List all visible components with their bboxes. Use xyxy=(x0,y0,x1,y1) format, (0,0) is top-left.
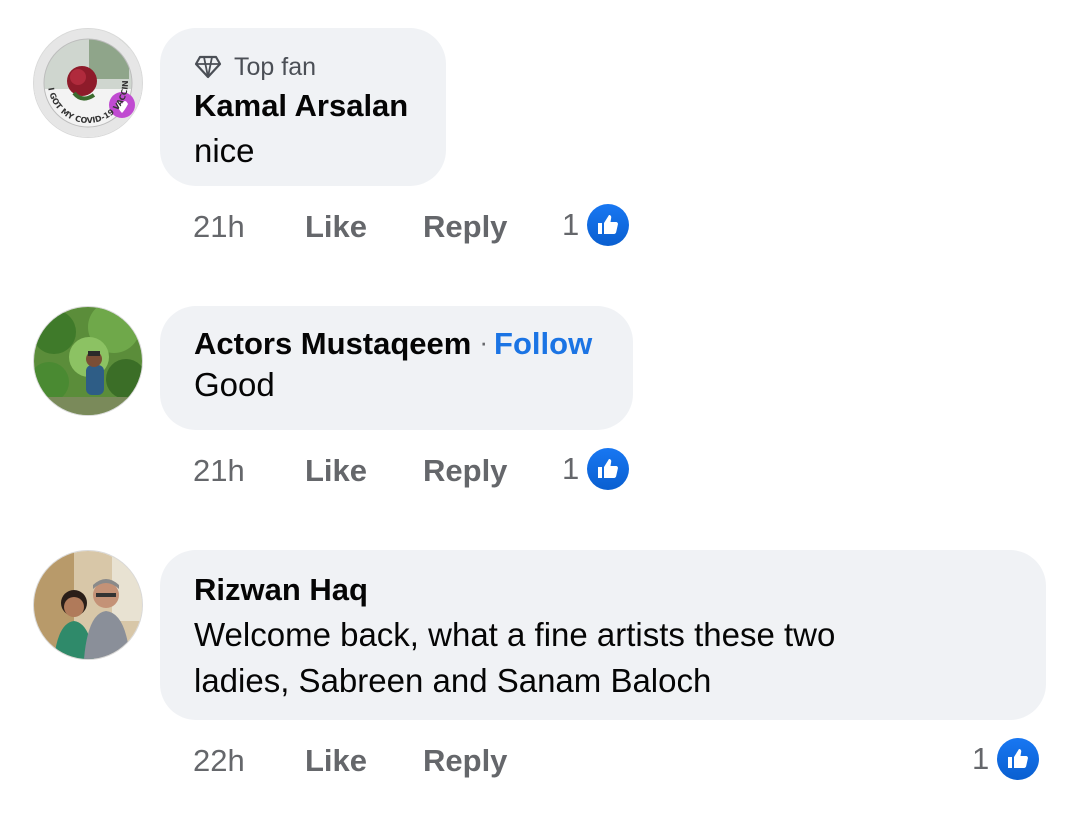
timestamp[interactable]: 22h xyxy=(193,743,305,779)
reaction-count: 1 xyxy=(972,741,990,776)
thumbs-up-icon xyxy=(587,204,630,246)
reply-button[interactable]: Reply xyxy=(423,743,507,779)
timestamp[interactable]: 21h xyxy=(193,209,305,245)
author-name[interactable]: Actors Mustaqeem xyxy=(194,326,471,361)
profile-photo xyxy=(34,307,142,415)
author-line: Actors Mustaqeem · Follow xyxy=(194,326,599,362)
covid-vaccine-frame-avatar: I GOT MY COVID-19 VACCINE xyxy=(34,29,142,137)
comment-text: nice xyxy=(194,132,255,169)
like-button[interactable]: Like xyxy=(305,453,423,489)
reply-button[interactable]: Reply xyxy=(423,209,507,245)
avatar[interactable] xyxy=(34,307,142,415)
reaction-summary[interactable]: 1 xyxy=(562,200,630,250)
reply-button[interactable]: Reply xyxy=(423,453,507,489)
comment-text: Good xyxy=(194,366,275,403)
comment-bubble: Rizwan Haq Welcome back, what a fine art… xyxy=(160,550,1046,720)
comment-bubble: Top fan Kamal Arsalan nice xyxy=(160,28,446,186)
timestamp[interactable]: 21h xyxy=(193,453,305,489)
diamond-icon xyxy=(194,55,222,79)
profile-photo xyxy=(34,551,142,659)
author-name[interactable]: Kamal Arsalan xyxy=(194,88,412,124)
like-button[interactable]: Like xyxy=(305,209,423,245)
reaction-count: 1 xyxy=(562,207,580,242)
comment-text-line: ladies, Sabreen and Sanam Baloch xyxy=(194,662,712,699)
separator-dot: · xyxy=(479,327,489,357)
thumbs-up-icon xyxy=(997,738,1040,780)
top-fan-label: Top fan xyxy=(234,52,317,81)
comment-actions: 22h Like Reply xyxy=(193,736,507,786)
comment-actions: 21h Like Reply xyxy=(193,446,507,496)
avatar[interactable]: I GOT MY COVID-19 VACCINE xyxy=(34,29,142,137)
reaction-summary[interactable]: 1 xyxy=(562,444,630,494)
comment-bubble: Actors Mustaqeem · Follow Good xyxy=(160,306,633,430)
thumbs-up-icon xyxy=(587,448,630,490)
avatar[interactable] xyxy=(34,551,142,659)
reaction-count: 1 xyxy=(562,451,580,486)
like-button[interactable]: Like xyxy=(305,743,423,779)
reaction-summary[interactable]: 1 xyxy=(972,734,1040,784)
comment-actions: 21h Like Reply xyxy=(193,202,507,252)
comment-text: Welcome back, what a fine artists these … xyxy=(194,612,1012,704)
author-name[interactable]: Rizwan Haq xyxy=(194,572,1012,608)
top-fan-badge: Top fan xyxy=(194,50,412,84)
comment-text-line: Welcome back, what a fine artists these … xyxy=(194,616,836,653)
follow-button[interactable]: Follow xyxy=(494,326,592,361)
